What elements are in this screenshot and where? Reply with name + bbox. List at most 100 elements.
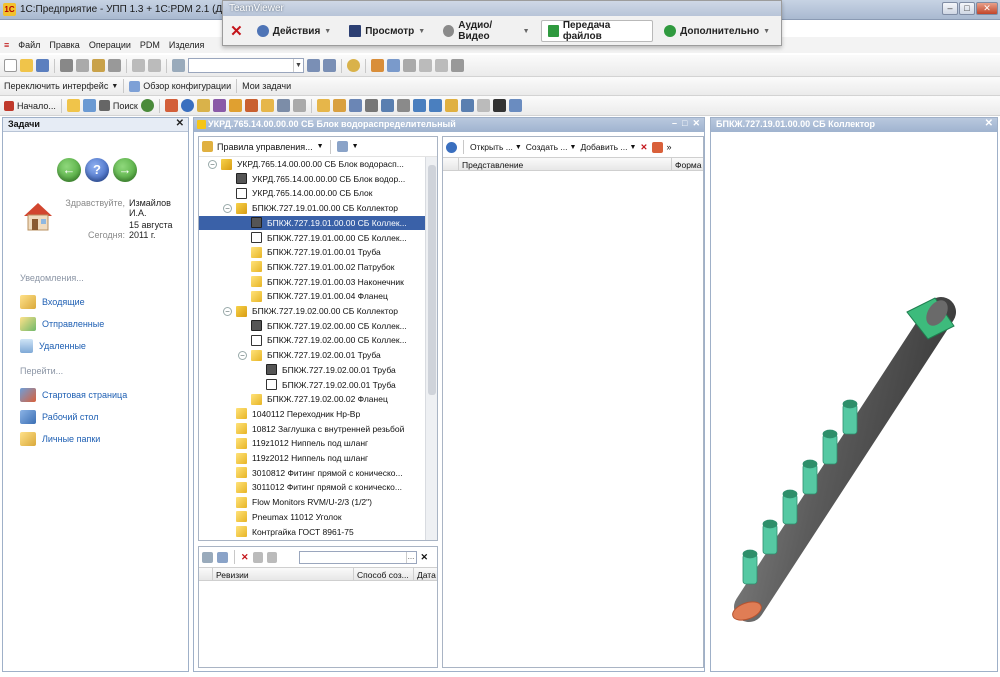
sort-desc-icon[interactable]	[266, 551, 277, 563]
tree-item[interactable]: БПКЖ.727.19.02.00.00 СБ Коллек...	[199, 333, 425, 347]
link-inbox[interactable]: Входящие	[20, 295, 85, 309]
collapse-icon[interactable]: −	[208, 159, 217, 169]
tree-item[interactable]: − БПКЖ.727.19.02.00.00 СБ Коллектор	[199, 304, 425, 318]
link-deleted[interactable]: Удаленные	[20, 339, 86, 353]
paste-icon[interactable]	[92, 59, 105, 72]
collapse-icon[interactable]: −	[223, 306, 232, 316]
tree-item[interactable]: БПКЖ.727.19.02.00.00 СБ Коллек...	[199, 319, 425, 333]
tree-item[interactable]: 1040112 Переходник Нр-Вр	[199, 407, 425, 421]
tree-item[interactable]: 10812 Заглушка с внутренней резьбой	[199, 422, 425, 436]
my-tasks-button[interactable]: Мои задачи	[242, 81, 291, 91]
link-sent[interactable]: Отправленные	[20, 317, 104, 331]
open-folder-icon[interactable]	[20, 59, 33, 72]
stamp-icon[interactable]	[396, 99, 410, 112]
close-icon[interactable]: ✕	[985, 118, 993, 129]
info-icon[interactable]	[446, 141, 457, 153]
tv-file-transfer-button[interactable]: Передача файлов	[540, 20, 654, 42]
assembly-icon[interactable]	[316, 99, 330, 112]
more-icon[interactable]: »	[667, 142, 672, 152]
tree-item[interactable]: Pneumax 11012 Уголок	[199, 510, 425, 524]
column-representation[interactable]: Представление	[459, 158, 672, 170]
hierarchy-icon[interactable]	[217, 551, 228, 563]
ellipsis-icon[interactable]: …	[405, 551, 416, 563]
person-icon[interactable]	[276, 99, 290, 112]
folder-icon[interactable]	[66, 99, 80, 112]
chevron-down-icon[interactable]: ▼	[352, 143, 359, 150]
link-desktop[interactable]: Рабочий стол	[20, 410, 99, 424]
monitor-icon[interactable]	[428, 99, 442, 112]
tree-item[interactable]: УКРД.765.14.00.00.00 СБ Блок водор...	[199, 172, 425, 186]
column-format[interactable]: Форма	[672, 158, 703, 170]
calendar-icon[interactable]	[387, 59, 400, 72]
tree-item[interactable]: − БПКЖ.727.19.01.00.00 СБ Коллектор	[199, 201, 425, 215]
cut-icon[interactable]	[60, 59, 73, 72]
tools-icon[interactable]	[451, 59, 464, 72]
collapse-icon[interactable]: −	[238, 350, 247, 360]
import-icon[interactable]	[444, 99, 458, 112]
tree-scrollbar[interactable]	[425, 157, 437, 540]
toolbar-search-input[interactable]: ▼	[188, 58, 304, 73]
box-icon[interactable]	[228, 99, 242, 112]
barcode-icon[interactable]	[492, 99, 506, 112]
grid-icon[interactable]	[476, 99, 490, 112]
column-date[interactable]: Дата	[414, 568, 437, 580]
info-icon[interactable]	[347, 59, 360, 72]
collector-3d-model[interactable]	[711, 132, 997, 671]
report-icon[interactable]	[364, 99, 378, 112]
tile-icon[interactable]	[508, 99, 522, 112]
tv-extras-button[interactable]: Дополнительно ▼	[657, 20, 777, 42]
forward-arrow-icon[interactable]: →	[113, 158, 137, 182]
table-icon[interactable]	[292, 99, 306, 112]
start-button[interactable]: Начало...	[4, 100, 56, 111]
find-icon[interactable]	[172, 59, 185, 72]
search-button[interactable]: Поиск	[98, 100, 138, 111]
find-prev-icon[interactable]	[323, 59, 336, 72]
tree-item[interactable]: БПКЖ.727.19.02.00.02 Фланец	[199, 392, 425, 406]
menu-products[interactable]: Изделия	[169, 40, 205, 50]
tree-item[interactable]: Flow Monitors RVM/U-2/3 (1/2")	[199, 495, 425, 509]
memory-minus-icon[interactable]	[435, 59, 448, 72]
tree-item[interactable]: БПКЖ.727.19.01.00.00 СБ Коллек...	[199, 215, 425, 230]
tree-item[interactable]: БПКЖ.727.19.01.00.02 Патрубок	[199, 260, 425, 274]
link-personal-folders[interactable]: Личные папки	[20, 432, 100, 446]
tree-item[interactable]: БПКЖ.727.19.01.00.01 Труба	[199, 245, 425, 259]
tv-audio-video-button[interactable]: Аудио/Видео ▼	[436, 20, 536, 42]
revision-search-input[interactable]: …	[298, 550, 417, 564]
save-icon[interactable]	[36, 59, 49, 72]
menu-operations[interactable]: Операции	[89, 40, 131, 50]
tree-item[interactable]: 3010812 Фитинг прямой с коническо...	[199, 466, 425, 480]
pencil-icon[interactable]	[260, 99, 274, 112]
tree-item[interactable]: БПКЖ.727.19.01.00.00 СБ Коллек...	[199, 231, 425, 245]
switch-interface-button[interactable]: Переключить интерфейс ▼	[4, 81, 118, 91]
parts-icon[interactable]	[332, 99, 346, 112]
find-next-icon[interactable]	[307, 59, 320, 72]
export-icon[interactable]	[460, 99, 474, 112]
tree-item[interactable]: Контргайка ГОСТ 8961-75	[199, 525, 425, 539]
new-document-icon[interactable]	[4, 59, 17, 72]
calculator-icon[interactable]	[371, 59, 384, 72]
tree-item[interactable]: БПКЖ.727.19.02.00.01 Труба	[199, 378, 425, 392]
help-icon[interactable]: ?	[85, 158, 109, 182]
column-revisions[interactable]: Ревизии	[213, 568, 354, 580]
tree-item[interactable]: БПКЖ.727.19.02.00.01 Труба	[199, 363, 425, 377]
open-button[interactable]: Открыть ... ▼	[470, 142, 522, 152]
attach-icon[interactable]	[651, 141, 663, 153]
tree-item[interactable]: УКРД.765.14.00.00.00 СБ Блок	[199, 186, 425, 200]
help-icon[interactable]	[180, 99, 194, 112]
tree-item[interactable]: БПКЖ.727.19.01.00.04 Фланец	[199, 289, 425, 303]
column-creation-method[interactable]: Способ соз...	[354, 568, 414, 580]
memory-m-icon[interactable]	[403, 59, 416, 72]
tree-item[interactable]: БПКЖ.727.19.01.00.03 Наконечник	[199, 275, 425, 289]
close-icon[interactable]: ✕	[176, 118, 184, 129]
tree-item[interactable]: 3011012 Фитинг прямой с коническо...	[199, 480, 425, 494]
tree-item[interactable]: 119z2012 Ниппель под шланг	[199, 451, 425, 465]
minimize-button[interactable]: –	[942, 2, 958, 15]
tv-actions-button[interactable]: Действия ▼	[250, 20, 338, 42]
add-button[interactable]: Добавить ... ▼	[580, 142, 636, 152]
chevron-down-icon[interactable]: ▼	[317, 143, 324, 150]
menu-file[interactable]: Файл	[18, 40, 40, 50]
archive-icon[interactable]	[212, 99, 226, 112]
menu-edit[interactable]: Правка	[49, 40, 79, 50]
minimize-icon[interactable]: –	[672, 118, 677, 129]
tree-item[interactable]: − УКРД.765.14.00.00.00 СБ Блок водорасп..…	[199, 157, 425, 171]
